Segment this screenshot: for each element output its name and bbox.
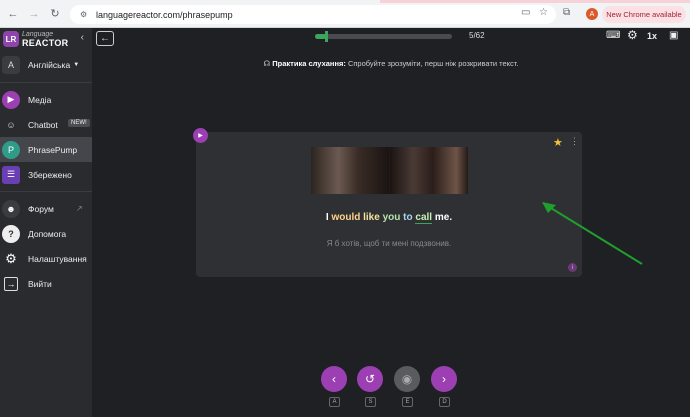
sidebar-item-logout[interactable]: → Вийти bbox=[0, 271, 92, 296]
video-frame-1 bbox=[311, 147, 389, 194]
subtitle-word[interactable]: would bbox=[331, 212, 360, 223]
sidebar-item-saved[interactable]: ☰ Збережено bbox=[0, 162, 92, 187]
fullscreen-icon[interactable]: ▣ bbox=[669, 30, 678, 41]
sidebar-item-label: Допомога bbox=[28, 228, 67, 239]
subtitle-word[interactable]: like bbox=[363, 212, 380, 223]
question-icon: ? bbox=[2, 224, 20, 243]
subtitle-word[interactable]: me. bbox=[435, 212, 452, 223]
sidebar-item-settings[interactable]: ⚙ Налаштування bbox=[0, 246, 92, 271]
sidebar-item-media[interactable]: ▶ Медіа bbox=[0, 87, 92, 112]
progress-count: 5/62 bbox=[469, 31, 485, 40]
collapse-sidebar-icon[interactable]: ‹ bbox=[81, 32, 84, 43]
progress-knob bbox=[325, 31, 328, 42]
hint-title: Практика слухання: bbox=[272, 59, 346, 68]
subtitle-word[interactable]: I bbox=[326, 212, 329, 223]
language-selector[interactable]: A Англійська ▼ bbox=[0, 52, 92, 78]
extensions-icon[interactable]: ⧉ bbox=[563, 7, 570, 18]
headphones-icon: ☊ bbox=[263, 59, 271, 68]
site-info-icon[interactable]: ⚙ bbox=[80, 10, 90, 20]
replay-button[interactable]: ↺ bbox=[357, 366, 383, 392]
sidebar-item-forum[interactable]: ☻ Форум ↗ bbox=[0, 196, 92, 221]
reveal-button[interactable]: ◉ bbox=[394, 366, 420, 392]
sidebar-item-label: Налаштування bbox=[28, 253, 87, 264]
caret-down-icon: ▼ bbox=[73, 62, 80, 68]
play-icon: ▶ bbox=[2, 90, 20, 109]
sidebar-item-label: Вийти bbox=[28, 278, 52, 289]
sidebar: LR Language REACTOR ‹ A Англійська ▼ ▶ М… bbox=[0, 28, 92, 417]
logo[interactable]: LR Language REACTOR ‹ bbox=[0, 28, 92, 50]
gear-icon: ⚙ bbox=[2, 249, 20, 268]
language-label: Англійська bbox=[28, 60, 71, 70]
video-frame-2 bbox=[390, 147, 468, 194]
video-thumbnail[interactable] bbox=[311, 147, 468, 194]
list-icon: ☰ bbox=[2, 165, 20, 184]
translation-line: Я б хотів, щоб ти мені подзвонив. bbox=[326, 239, 452, 248]
url-text: languagereactor.com/phrasepump bbox=[96, 9, 233, 20]
phrase-card: ▶ ★ ⋮ I would like you to call me. Я б х… bbox=[193, 128, 582, 277]
keyboard-icon[interactable]: ⌨ bbox=[606, 30, 620, 41]
sidebar-item-label: PhrasePump bbox=[28, 144, 78, 155]
address-bar[interactable]: ⚙ languagereactor.com/phrasepump bbox=[70, 5, 556, 24]
subtitle-word[interactable]: you bbox=[383, 212, 401, 223]
arrow-head bbox=[542, 202, 556, 213]
sidebar-item-help[interactable]: ? Допомога bbox=[0, 221, 92, 246]
external-link-icon: ↗ bbox=[76, 204, 83, 213]
users-icon: ☻ bbox=[2, 199, 20, 218]
logout-icon: → bbox=[4, 276, 18, 291]
shortcut-key: A bbox=[329, 397, 340, 407]
cast-icon[interactable]: ▭ bbox=[521, 7, 530, 18]
shortcut-key: E bbox=[402, 397, 413, 407]
logo-bottom-text: REACTOR bbox=[22, 38, 69, 48]
annotation-arrow bbox=[542, 202, 643, 265]
card-play-button[interactable]: ▶ bbox=[193, 128, 208, 143]
bot-icon: ☺ bbox=[2, 115, 20, 134]
phrasepump-icon: P bbox=[2, 140, 20, 159]
gear-icon[interactable]: ⚙ bbox=[627, 28, 638, 42]
back-button[interactable]: ← bbox=[96, 31, 114, 46]
shortcut-key: S bbox=[365, 397, 376, 407]
next-button[interactable]: › bbox=[431, 366, 457, 392]
sidebar-item-label: Збережено bbox=[28, 169, 72, 180]
bookmark-star-icon[interactable]: ☆ bbox=[539, 7, 548, 18]
star-icon[interactable]: ★ bbox=[553, 136, 563, 149]
arrow-shaft bbox=[545, 204, 643, 265]
listening-hint: ☊ Практика слухання: Спробуйте зрозуміти… bbox=[92, 59, 690, 68]
sidebar-item-chatbot[interactable]: ☺ Chatbot NEW! bbox=[0, 112, 92, 137]
forward-arrow-icon[interactable]: → bbox=[26, 6, 42, 22]
language-badge: A bbox=[2, 56, 20, 74]
back-arrow-icon[interactable]: ← bbox=[5, 6, 21, 22]
sidebar-item-label: Chatbot bbox=[28, 119, 58, 130]
sidebar-item-label: Форум bbox=[28, 203, 54, 214]
tab-strip-accent bbox=[380, 0, 690, 3]
browser-toolbar: ← → ↻ ⌂ ⚙ languagereactor.com/phrasepump… bbox=[0, 0, 690, 28]
reload-icon[interactable]: ↻ bbox=[47, 6, 63, 22]
update-chrome-button[interactable]: New Chrome available bbox=[602, 6, 686, 23]
progress-bar bbox=[315, 31, 452, 42]
hint-text: Спробуйте зрозуміти, перш ніж розкривати… bbox=[347, 59, 519, 68]
profile-avatar[interactable]: A bbox=[586, 8, 598, 20]
main-content: ← 5/62 ⌨ ⚙ 1x ▣ ☊ Практика слухання: Спр… bbox=[92, 28, 690, 417]
new-badge: NEW! bbox=[68, 119, 90, 127]
subtitle-word-highlighted[interactable]: call bbox=[415, 212, 433, 224]
previous-button[interactable]: ‹ bbox=[321, 366, 347, 392]
more-options-icon[interactable]: ⋮ bbox=[570, 136, 579, 147]
subtitle-line: I would like you to call me. bbox=[196, 212, 582, 224]
logo-badge: LR bbox=[3, 31, 19, 47]
sidebar-item-label: Медіа bbox=[28, 94, 52, 105]
speed-button[interactable]: 1x bbox=[647, 31, 657, 41]
sidebar-item-phrasepump[interactable]: P PhrasePump bbox=[0, 137, 92, 162]
shortcut-key: D bbox=[439, 397, 450, 407]
subtitle-word[interactable]: to bbox=[403, 212, 412, 223]
